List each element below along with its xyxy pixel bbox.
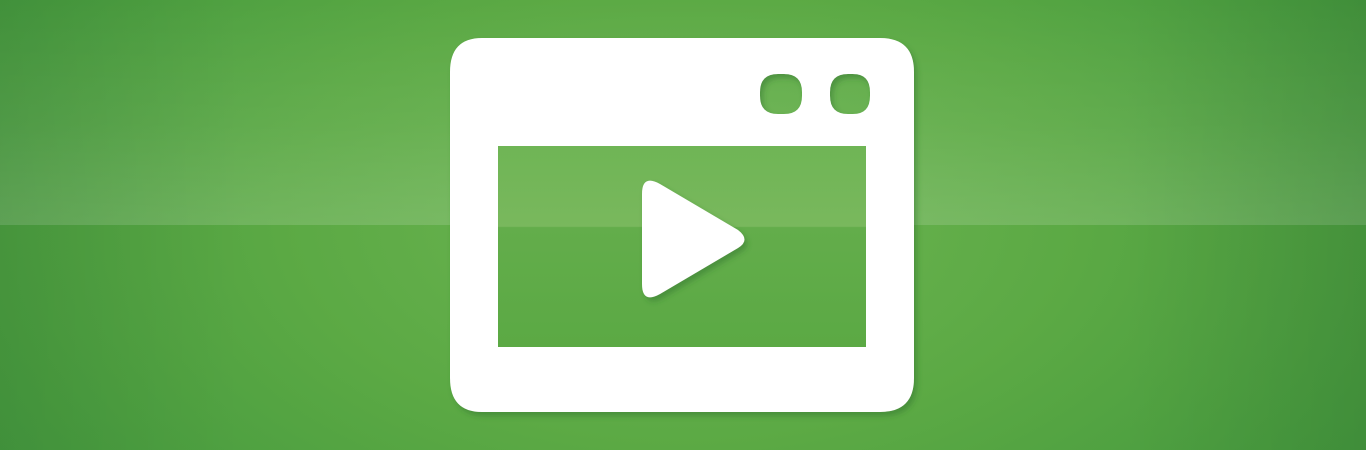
hero-banner xyxy=(0,0,1366,450)
window-control-dot-right[interactable] xyxy=(830,74,870,114)
window-control-dot-left[interactable] xyxy=(760,74,802,114)
video-player-icon xyxy=(450,38,914,412)
